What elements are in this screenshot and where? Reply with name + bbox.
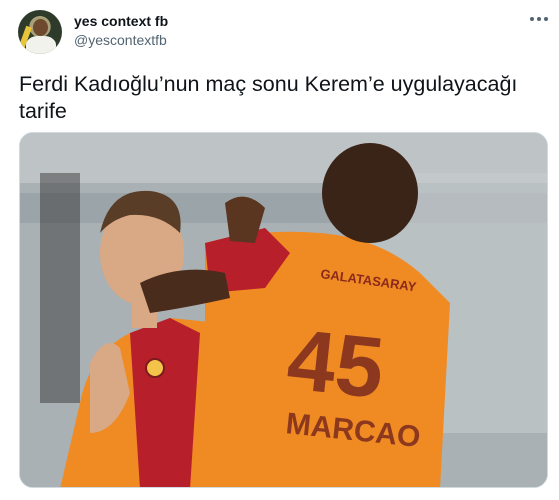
tweet-card: yes context fb @yescontextfb Ferdi Kadıo… xyxy=(0,0,559,500)
jersey-number-text: 45 xyxy=(283,311,388,416)
galatasaray-crest-icon xyxy=(145,358,165,378)
avatar-head xyxy=(33,19,48,36)
author-handle[interactable]: @yescontextfb xyxy=(74,32,167,48)
dot-icon xyxy=(544,17,548,21)
dot-icon xyxy=(537,17,541,21)
background-person xyxy=(40,173,80,403)
author-avatar[interactable] xyxy=(18,10,62,54)
more-options-icon[interactable] xyxy=(528,10,550,28)
tweet-text: Ferdi Kadıoğlu’nun maç sonu Kerem’e uygu… xyxy=(19,72,518,123)
tweet-media-image[interactable]: GALATASARAY 45 MARCAO xyxy=(19,132,548,488)
right-player-head xyxy=(322,143,418,243)
left-player-jersey-red xyxy=(130,318,200,487)
dot-icon xyxy=(530,17,534,21)
author-display-name[interactable]: yes context fb xyxy=(74,13,168,29)
avatar-shirt xyxy=(26,36,56,54)
football-photo: GALATASARAY 45 MARCAO xyxy=(20,133,547,487)
